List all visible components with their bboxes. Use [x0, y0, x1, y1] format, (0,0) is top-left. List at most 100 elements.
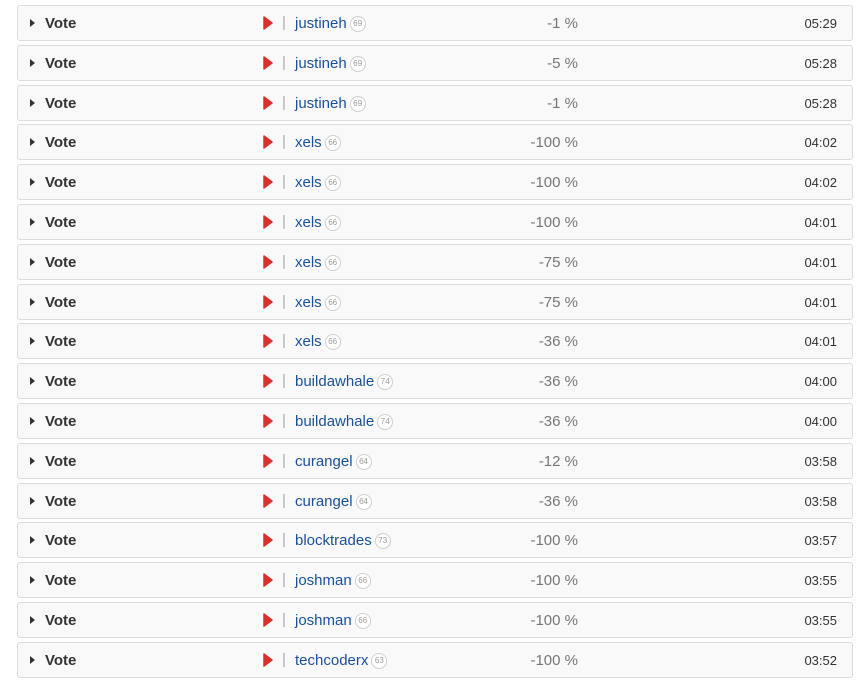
- play-icon-shape: [263, 334, 273, 349]
- voter-link[interactable]: joshman: [295, 572, 352, 590]
- voter-link[interactable]: xels: [295, 214, 322, 232]
- caret-right-icon[interactable]: [30, 456, 35, 465]
- voter: xels 66: [295, 294, 341, 312]
- operation-row[interactable]: Vote | curangel 64 -36 % 03:58: [17, 482, 853, 519]
- voter: buildawhale 74: [295, 373, 394, 391]
- caret-right-icon[interactable]: [30, 377, 35, 386]
- operation-row[interactable]: Vote | techcoderx 63 -100 % 03:52: [17, 641, 853, 678]
- caret-right-icon[interactable]: [30, 138, 35, 147]
- play-icon[interactable]: [263, 374, 273, 388]
- caret-right-icon[interactable]: [30, 655, 35, 664]
- voter-link[interactable]: buildawhale: [295, 373, 374, 391]
- operation-row[interactable]: Vote | curangel 64 -12 % 03:58: [17, 442, 853, 479]
- operation-row[interactable]: Vote | buildawhale 74 -36 % 04:00: [17, 363, 853, 400]
- timestamp: 04:01: [804, 254, 837, 270]
- play-icon[interactable]: [263, 653, 273, 667]
- vote-weight: -100 %: [530, 651, 578, 669]
- play-icon[interactable]: [263, 175, 273, 189]
- play-icon[interactable]: [263, 56, 273, 70]
- vote-weight: -12 %: [538, 452, 578, 470]
- caret-right-icon[interactable]: [30, 58, 35, 67]
- separator: |: [282, 173, 286, 191]
- voter: joshman 66: [295, 612, 371, 630]
- caret-right-icon[interactable]: [30, 178, 35, 187]
- operation-row[interactable]: Vote | justineh 69 -1 % 05:28: [17, 84, 853, 121]
- play-icon[interactable]: [263, 493, 273, 508]
- voter: curangel 64: [295, 453, 372, 471]
- voter-link[interactable]: curangel: [295, 453, 353, 471]
- vote-weight: -36 %: [538, 373, 578, 391]
- voter-link[interactable]: buildawhale: [295, 413, 374, 431]
- timestamp: 04:02: [804, 135, 837, 151]
- voter-link[interactable]: justineh: [295, 95, 347, 113]
- operation-row[interactable]: Vote | justineh 69 -1 % 05:29: [17, 5, 853, 41]
- separator: |: [282, 133, 286, 151]
- caret-right-icon[interactable]: [30, 337, 35, 346]
- voter-link[interactable]: xels: [295, 254, 322, 272]
- caret-right-icon[interactable]: [30, 496, 35, 505]
- operation-row[interactable]: Vote | xels 66 -36 % 04:01: [17, 323, 853, 360]
- vote-weight: -36 %: [538, 492, 578, 510]
- play-icon[interactable]: [263, 135, 273, 150]
- play-icon[interactable]: [263, 454, 273, 468]
- play-icon-shape: [263, 414, 273, 428]
- play-icon[interactable]: [263, 613, 273, 627]
- operation-row[interactable]: Vote | joshman 66 -100 % 03:55: [17, 562, 853, 599]
- operation-row[interactable]: Vote | xels 66 -100 % 04:02: [17, 164, 853, 201]
- caret-right-icon[interactable]: [30, 297, 35, 306]
- operation-row[interactable]: Vote | blocktrades 73 -100 % 03:57: [17, 522, 853, 559]
- play-icon[interactable]: [263, 294, 273, 309]
- caret-right-icon[interactable]: [30, 19, 35, 27]
- play-icon-shape: [263, 454, 273, 468]
- play-icon[interactable]: [263, 573, 273, 587]
- caret-right-icon[interactable]: [30, 98, 35, 107]
- operation-row[interactable]: Vote | xels 66 -100 % 04:01: [17, 203, 853, 240]
- vote-weight: -36 %: [538, 333, 578, 351]
- voter-link[interactable]: techcoderx: [295, 652, 368, 670]
- vote-weight: -1 %: [547, 94, 578, 112]
- operation-row[interactable]: Vote | buildawhale 74 -36 % 04:00: [17, 402, 853, 439]
- play-icon[interactable]: [263, 255, 273, 269]
- operation-row[interactable]: Vote | xels 66 -100 % 04:02: [17, 124, 853, 161]
- voter-link[interactable]: justineh: [295, 15, 347, 33]
- operation-row[interactable]: Vote | joshman 66 -100 % 03:55: [17, 601, 853, 638]
- play-icon[interactable]: [263, 414, 273, 428]
- timestamp: 03:58: [804, 453, 837, 469]
- reputation-badge: 66: [354, 612, 371, 629]
- voter: xels 66: [295, 134, 341, 152]
- timestamp: 04:01: [804, 334, 837, 350]
- reputation-badge: 69: [349, 16, 366, 32]
- voter: blocktrades 73: [295, 532, 391, 550]
- reputation-badge: 73: [374, 533, 391, 550]
- vote-weight: -5 %: [547, 54, 578, 72]
- voter-link[interactable]: blocktrades: [295, 532, 372, 550]
- caret-right-icon[interactable]: [30, 576, 35, 585]
- play-icon[interactable]: [263, 533, 273, 548]
- voter-link[interactable]: xels: [295, 333, 322, 351]
- timestamp: 03:58: [804, 493, 837, 509]
- voter-link[interactable]: justineh: [295, 55, 347, 73]
- play-icon[interactable]: [263, 215, 273, 229]
- play-icon[interactable]: [263, 334, 273, 349]
- operation-type: Vote: [45, 333, 77, 351]
- caret-right-icon[interactable]: [30, 536, 35, 545]
- operation-row[interactable]: Vote | xels 66 -75 % 04:01: [17, 283, 853, 320]
- voter-link[interactable]: joshman: [295, 612, 352, 630]
- operation-row[interactable]: Vote | justineh 69 -5 % 05:28: [17, 44, 853, 81]
- operation-row[interactable]: Vote | xels 66 -75 % 04:01: [17, 243, 853, 280]
- operation-type: Vote: [45, 412, 77, 430]
- caret-right-icon[interactable]: [30, 416, 35, 425]
- caret-right-icon[interactable]: [30, 615, 35, 624]
- voter-link[interactable]: xels: [295, 294, 322, 312]
- voter-link[interactable]: xels: [295, 174, 322, 192]
- caret-right-icon[interactable]: [30, 217, 35, 226]
- vote-weight: -75 %: [538, 253, 578, 271]
- voter-link[interactable]: xels: [295, 134, 322, 152]
- caret-right-icon[interactable]: [30, 257, 35, 266]
- reputation-badge: 66: [354, 573, 371, 590]
- play-icon[interactable]: [263, 16, 273, 30]
- voter: joshman 66: [295, 572, 371, 590]
- play-icon[interactable]: [263, 95, 273, 110]
- voter-link[interactable]: curangel: [295, 493, 353, 511]
- operation-type: Vote: [45, 452, 77, 470]
